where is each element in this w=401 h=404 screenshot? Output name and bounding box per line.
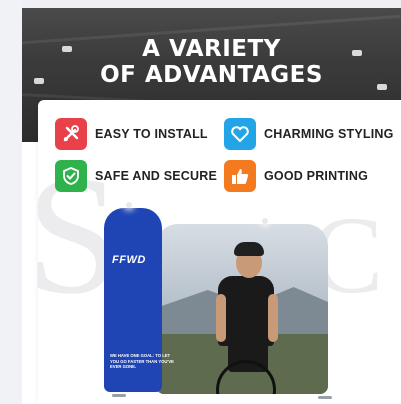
stand-slogan: WE HAVE ONE GOAL: TO LET YOU GO FASTER T…: [110, 353, 174, 370]
feature-label: SAFE AND SECURE: [95, 169, 217, 183]
hero-title-line1: A VARIETY: [142, 36, 281, 62]
heart-icon: [224, 118, 256, 150]
feature-label: EASY TO INSTALL: [95, 127, 208, 141]
feature-charming-styling: CHARMING STYLING: [224, 118, 394, 150]
cyclist-jersey: [218, 276, 274, 346]
display-stand-left: FFWD WE HAVE ONE GOAL: TO LET YOU GO FAS…: [104, 208, 174, 392]
cyclist-helmet: [234, 242, 264, 256]
tools-icon: [55, 118, 87, 150]
feature-good-printing: GOOD PRINTING: [224, 160, 368, 192]
cyclist-arm: [216, 294, 226, 342]
stand-foot: [318, 396, 332, 399]
feature-label: CHARMING STYLING: [264, 127, 394, 141]
stand-foot: [112, 394, 126, 397]
page-background-top: [0, 0, 401, 8]
feature-easy-to-install: EASY TO INSTALL: [55, 118, 208, 150]
hero-title-line2: OF ADVANTAGES: [100, 62, 323, 88]
display-stand-right: [156, 224, 328, 394]
feature-safe-and-secure: SAFE AND SECURE: [55, 160, 217, 192]
stand-lamp: [262, 218, 268, 224]
shield-check-icon: [55, 160, 87, 192]
cyclist-arm: [268, 294, 278, 342]
feature-label: GOOD PRINTING: [264, 169, 368, 183]
thumbs-up-icon: [224, 160, 256, 192]
brand-logo: FFWD: [112, 254, 146, 266]
stand-lamp: [126, 202, 132, 208]
page-background-left: [0, 0, 22, 404]
